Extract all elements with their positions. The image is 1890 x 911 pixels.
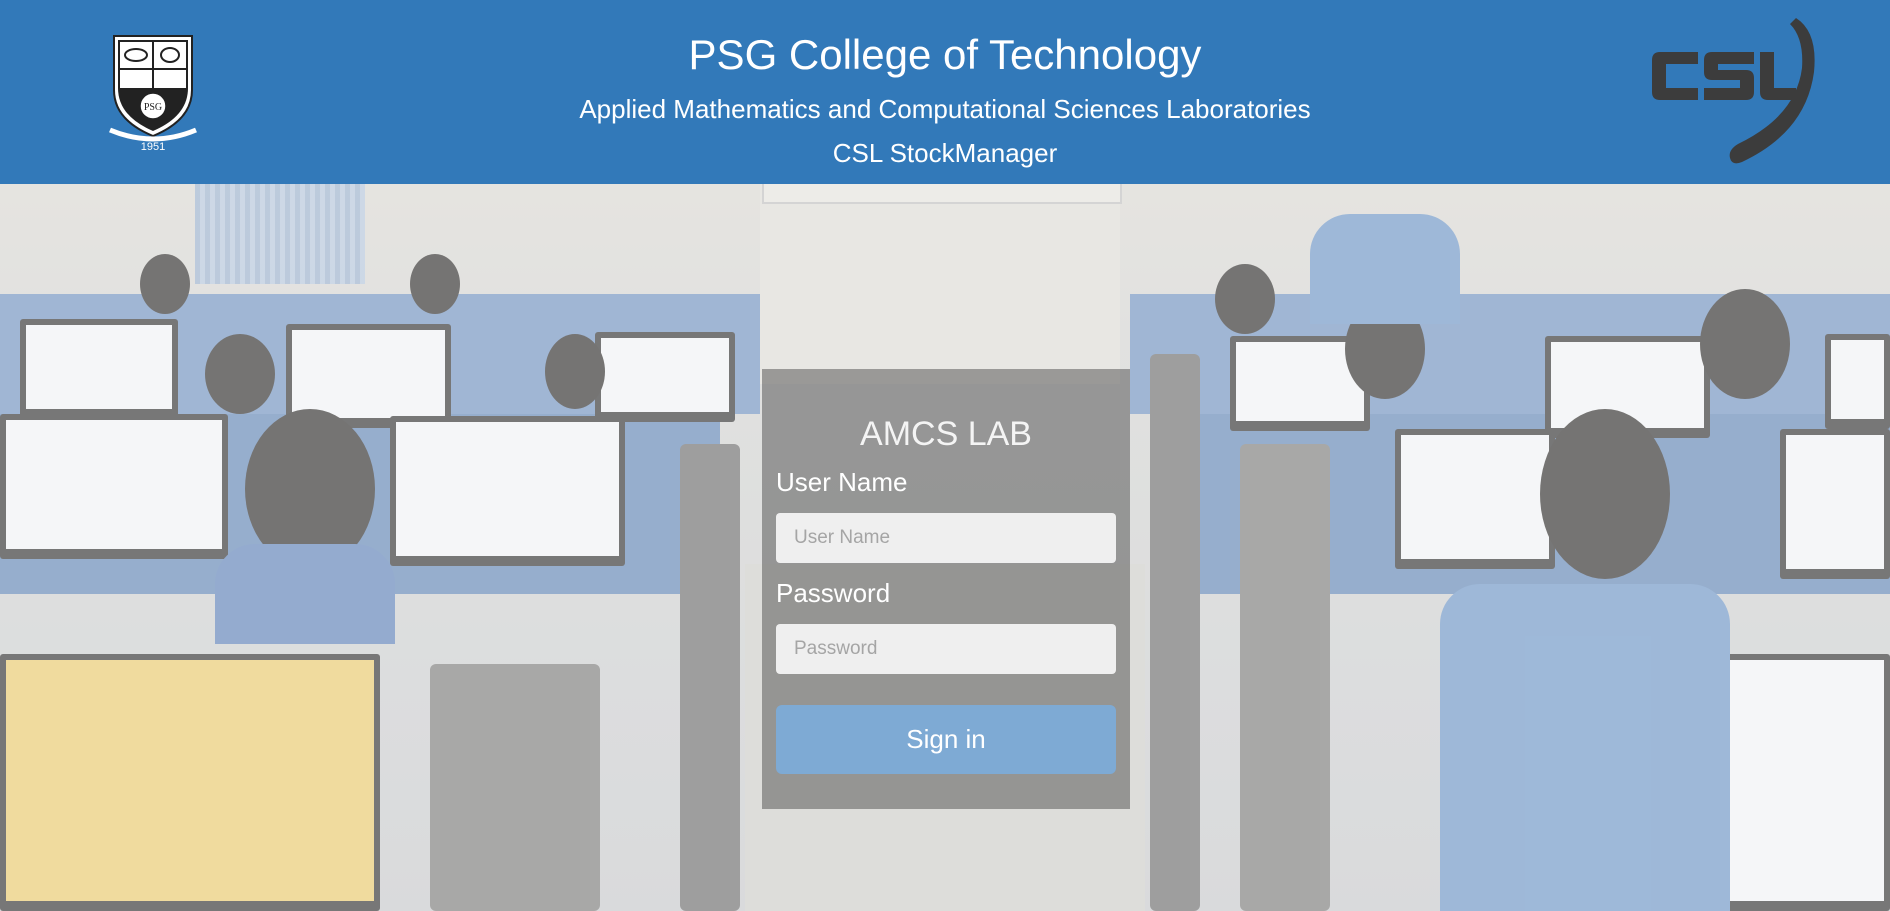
username-input[interactable] [776,513,1116,563]
login-title: AMCS LAB [860,415,1032,453]
username-label: User Name [776,467,908,497]
header-bar: PSG 1951 PSG College of Technology Appli… [0,0,1890,184]
page-title: PSG College of Technology [688,31,1202,78]
page-subtitle: Applied Mathematics and Computational Sc… [579,94,1311,124]
csl-logo-icon [1646,12,1826,168]
password-label: Password [776,578,891,608]
sign-in-button[interactable]: Sign in [776,705,1116,774]
login-panel: AMCS LAB User Name Password Sign in [762,369,1130,809]
password-input[interactable] [776,624,1116,674]
app-name: CSL StockManager [832,138,1058,168]
